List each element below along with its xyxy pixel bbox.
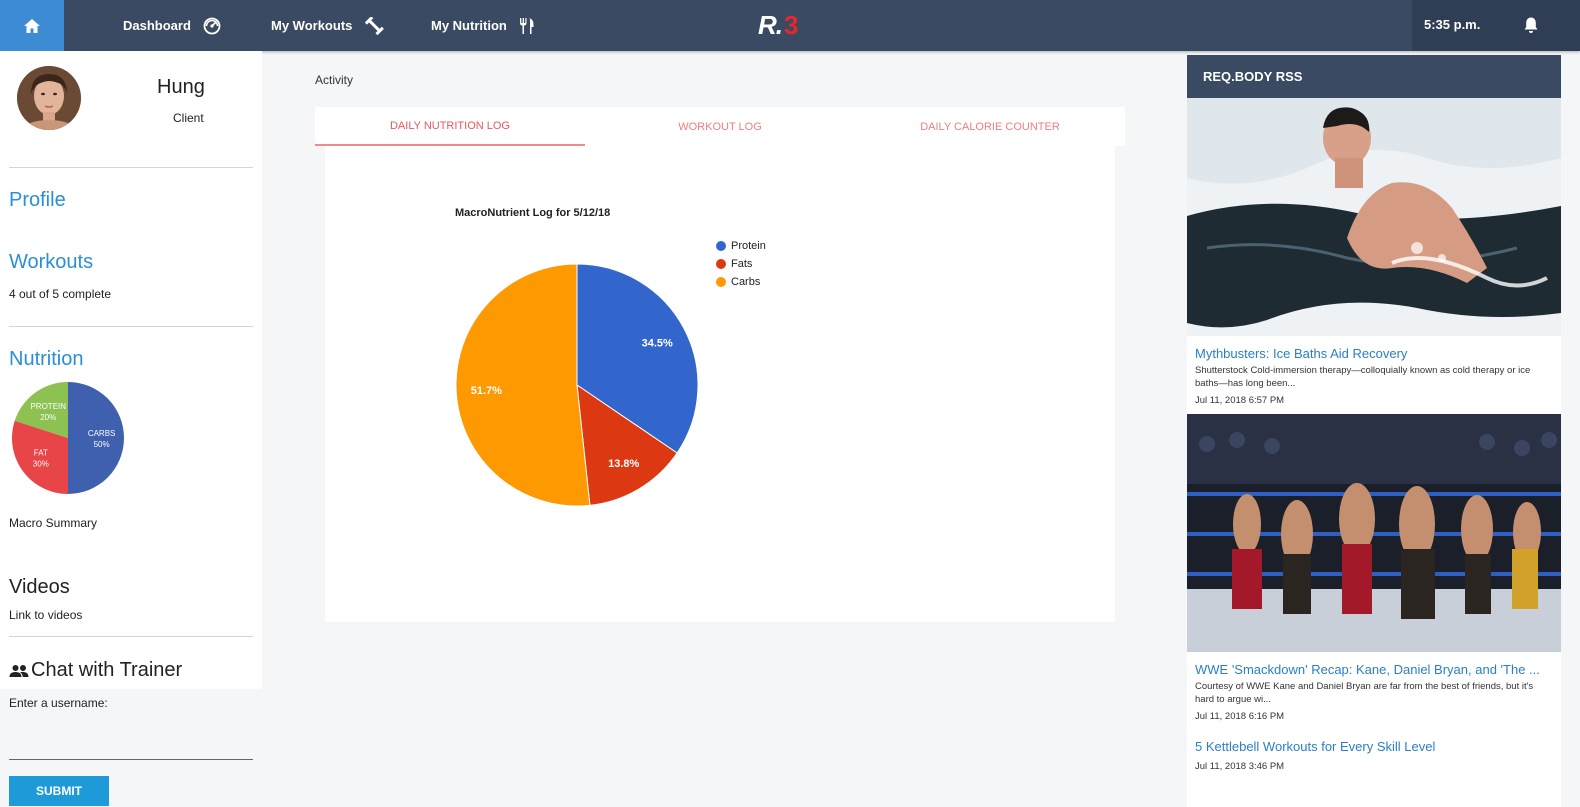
submit-button[interactable]: SUBMIT [9,776,109,806]
rss-item-desc: Courtesy of WWE Kane and Daniel Bryan ar… [1195,681,1534,705]
divider [9,167,253,168]
videos-heading: Videos [9,576,70,598]
chart-card [325,146,1115,622]
clock-time: 5:35 p.m. [1424,17,1481,32]
mini-pie-pct-fat: 30% [33,460,49,469]
legend-item-carbs[interactable]: Carbs [716,273,766,291]
mini-pie-pct-carbs: 50% [94,440,110,449]
logo-r: R. [758,9,783,40]
clock-area: 5:35 p.m. [1412,0,1580,51]
chart-legend: Protein Fats Carbs [716,237,766,291]
utensils-icon [519,17,535,35]
username-input[interactable] [9,720,253,760]
pie-label-fats: 13.8% [608,458,639,470]
macro-summary-label: Macro Summary [9,516,98,530]
nav-my-workouts[interactable]: My Workouts [271,0,385,51]
avatar[interactable] [17,66,81,130]
dashboard-icon [203,17,221,35]
activity-tabs: DAILY NUTRITION LOG WORKOUT LOG DAILY CA… [315,107,1125,146]
home-button[interactable] [0,0,64,51]
rss-item-title[interactable]: Mythbusters: Ice Baths Aid Recovery [1195,346,1407,361]
nav-my-nutrition[interactable]: My Nutrition [431,0,535,51]
people-icon [9,664,29,678]
user-name: Hung [157,76,205,98]
user-role: Client [173,111,204,125]
chat-heading-label: Chat with Trainer [31,659,183,681]
profile-link[interactable]: Profile [9,189,66,212]
rss-image-ice-bath[interactable] [1187,98,1561,336]
mini-pie-slice-carbs[interactable] [68,382,124,494]
legend-label-fats: Fats [731,258,753,270]
rss-image-wwe[interactable] [1187,414,1561,652]
legend-item-fats[interactable]: Fats [716,255,766,273]
chat-heading: Chat with Trainer [9,659,182,682]
logo-3: 3 [784,9,799,40]
rss-item-date: Jul 11, 2018 6:16 PM [1195,711,1285,722]
home-icon [24,18,40,33]
nav-nutrition-label: My Nutrition [431,18,507,33]
legend-label-carbs: Carbs [731,276,761,288]
legend-label-protein: Protein [731,240,766,252]
nav-dashboard-label: Dashboard [123,18,191,33]
username-label: Enter a username: [9,696,108,710]
macronutrient-pie-chart[interactable]: 34.5% 13.8% 51.7% [455,263,699,507]
notification-bell-icon[interactable] [1523,16,1539,39]
legend-swatch-protein [716,241,726,251]
rss-item-title[interactable]: WWE 'Smackdown' Recap: Kane, Daniel Brya… [1195,662,1540,677]
rss-item-date: Jul 11, 2018 6:57 PM [1195,395,1285,406]
legend-item-protein[interactable]: Protein [716,237,766,255]
rss-item-desc: Shutterstock Cold-immersion therapy—coll… [1195,365,1531,389]
dumbbell-icon [364,16,385,35]
activity-label: Activity [315,73,354,87]
rss-header: REQ.BODY RSS [1187,55,1561,98]
divider [9,326,253,327]
workouts-status: 4 out of 5 complete [9,287,112,301]
mini-pie-pct-protein: 20% [40,413,56,422]
mini-pie-label-carbs: CARBS [88,429,116,438]
tab-daily-nutrition-log[interactable]: DAILY NUTRITION LOG [315,107,585,146]
nav-workouts-label: My Workouts [271,18,353,33]
rss-item-title[interactable]: 5 Kettlebell Workouts for Every Skill Le… [1195,739,1435,754]
nutrition-link[interactable]: Nutrition [9,348,83,371]
videos-link[interactable]: Link to videos [9,608,82,622]
nav-dashboard[interactable]: Dashboard [123,0,221,51]
pie-label-protein: 34.5% [642,338,673,350]
chart-title: MacroNutrient Log for 5/12/18 [455,207,611,219]
rss-panel: REQ.BODY RSS Mythbusters: Ice Baths Aid … [1187,55,1561,807]
divider [9,636,253,637]
mini-pie-label-fat: FAT [34,449,48,458]
workouts-link[interactable]: Workouts [9,251,93,274]
tab-daily-calorie-counter[interactable]: DAILY CALORIE COUNTER [855,107,1125,146]
tab-workout-log[interactable]: WORKOUT LOG [585,107,855,146]
rss-item-date: Jul 11, 2018 3:46 PM [1195,761,1285,772]
legend-swatch-carbs [716,277,726,287]
mini-pie-label-protein: PROTEIN [30,402,66,411]
pie-label-carbs: 51.7% [471,385,502,397]
top-nav-bar: Dashboard My Workouts My Nutrition R. 3 5… [0,0,1580,51]
brand-logo[interactable]: R. 3 [758,9,799,40]
legend-swatch-fats [716,259,726,269]
macro-summary-pie[interactable]: CARBS 50% FAT 30% PROTEIN 20% [11,381,125,495]
